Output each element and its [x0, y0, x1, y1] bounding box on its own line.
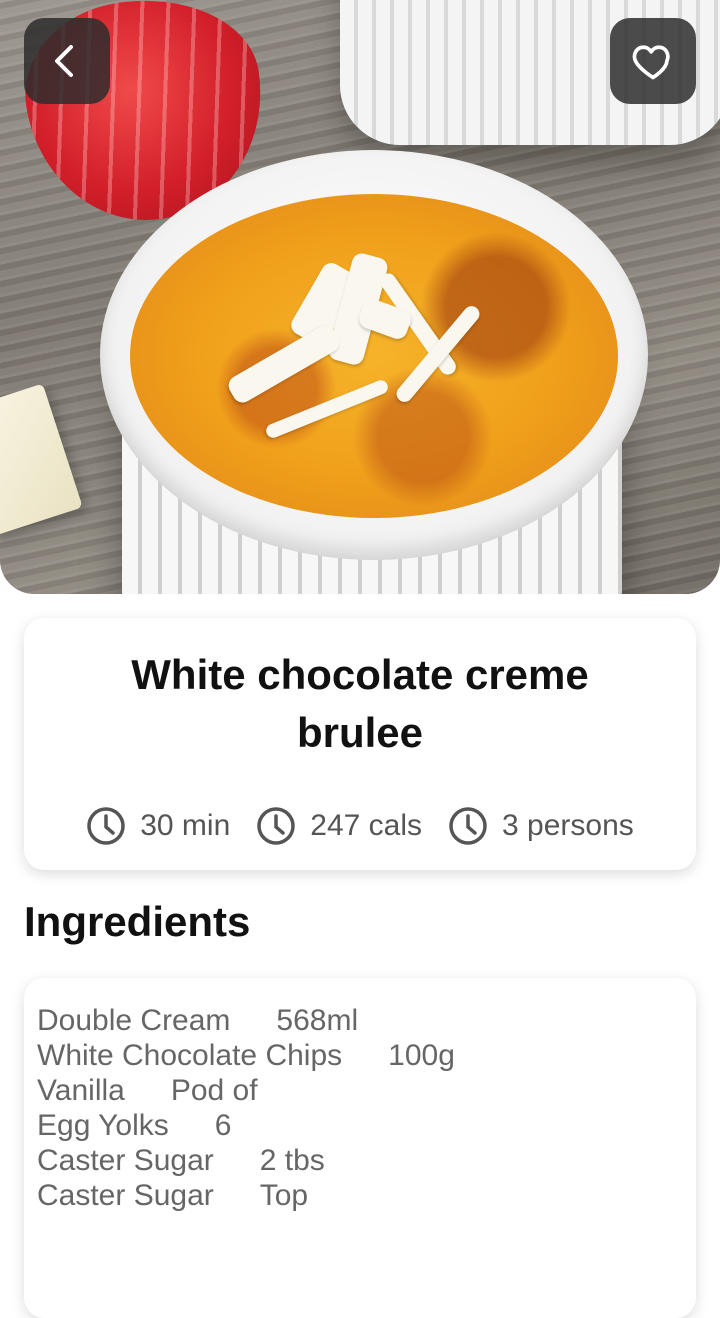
- ingredient-row: Caster Sugar Top: [37, 1178, 455, 1213]
- creme-brulee-ramekin: [100, 150, 648, 594]
- ingredient-quantity: 100g: [388, 1039, 455, 1072]
- chevron-left-icon: [55, 45, 73, 77]
- ingredient-row: White Chocolate Chips 100g: [37, 1038, 455, 1073]
- ingredient-name: Double Cream: [37, 1004, 231, 1037]
- back-button[interactable]: [24, 18, 110, 104]
- ingredient-quantity: Top: [259, 1179, 309, 1212]
- ingredients-list: Double Cream 568ml White Chocolate Chips 1…: [37, 1003, 455, 1213]
- ingredient-quantity: 2 tbs: [259, 1144, 325, 1177]
- heart-outline-icon: [632, 45, 670, 80]
- ingredient-name: Caster Sugar: [37, 1179, 214, 1212]
- meta-time-text: 30 min: [140, 809, 231, 842]
- ingredients-card: Double Cream 568ml White Chocolate Chips 1…: [24, 978, 696, 1318]
- recipe-title: White chocolate creme brulee: [131, 651, 589, 756]
- clock-icon: [449, 807, 487, 845]
- ingredient-name: Vanilla: [37, 1074, 125, 1107]
- ingredient-quantity: 6: [214, 1109, 232, 1142]
- ingredient-row: Caster Sugar 2 tbs: [37, 1143, 455, 1178]
- ingredient-row: Vanilla Pod of: [37, 1073, 455, 1108]
- ingredient-quantity: 568ml: [276, 1004, 359, 1037]
- meta-time: 30 min: [86, 806, 230, 846]
- ingredient-name: Caster Sugar: [37, 1144, 214, 1177]
- meta-calories: 247 cals: [256, 806, 422, 846]
- recipe-meta-row: 30 min 247 cals 3 persons: [24, 804, 696, 848]
- ingredient-name: White Chocolate Chips: [37, 1039, 343, 1072]
- ingredient-row: Double Cream 568ml: [37, 1003, 455, 1038]
- meta-calories-text: 247 cals: [310, 809, 423, 842]
- meta-servings: 3 persons: [448, 806, 634, 846]
- clock-icon: [87, 807, 125, 845]
- favorite-button[interactable]: [610, 18, 696, 104]
- recipe-summary-card: White chocolate creme brulee 30 min 247 …: [24, 618, 696, 870]
- ingredient-name: Egg Yolks: [37, 1109, 169, 1142]
- ingredient-quantity: Pod of: [170, 1074, 258, 1107]
- clock-icon: [257, 807, 296, 845]
- white-chocolate-piece: [0, 383, 83, 537]
- meta-servings-text: 3 persons: [502, 809, 634, 842]
- ingredients-heading: Ingredients: [24, 898, 251, 945]
- ingredient-row: Egg Yolks 6: [37, 1108, 455, 1143]
